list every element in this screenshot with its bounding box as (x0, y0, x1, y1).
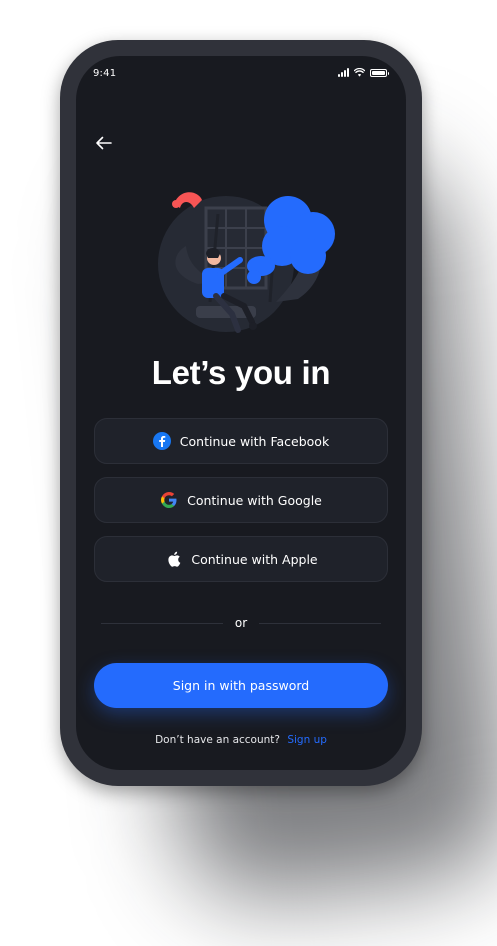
continue-with-apple-button[interactable]: Continue with Apple (94, 536, 388, 582)
back-button[interactable] (93, 132, 115, 154)
or-label: or (234, 616, 248, 630)
continue-with-apple-label: Continue with Apple (191, 551, 318, 567)
google-icon (160, 491, 178, 509)
facebook-icon (152, 432, 171, 450)
login-screen: 9:41 Let’s you in Continue with Facebook… (76, 56, 406, 770)
divider-line-right (259, 622, 381, 624)
cellular-signal-icon (338, 68, 349, 77)
signup-prompt: Don’t have an account? Sign up (76, 734, 406, 746)
status-bar: 9:41 (76, 56, 406, 92)
or-divider: or (101, 613, 381, 633)
arrow-left-icon (96, 136, 112, 150)
battery-icon (370, 68, 389, 77)
person-on-swing-illustration (158, 192, 335, 333)
continue-with-google-button[interactable]: Continue with Google (94, 477, 388, 523)
status-time: 9:41 (93, 68, 117, 79)
page-title: Let’s you in (151, 354, 331, 391)
continue-with-facebook-label: Continue with Facebook (179, 433, 330, 449)
status-icons (338, 68, 389, 77)
divider-line-left (101, 622, 223, 624)
phone-frame: 9:41 Let’s you in Continue with Facebook… (60, 40, 422, 786)
continue-with-google-label: Continue with Google (187, 492, 322, 508)
wifi-icon (354, 68, 365, 77)
apple-icon (164, 550, 182, 568)
no-account-text: Don’t have an account? (155, 734, 280, 746)
sign-in-with-password-button[interactable]: Sign in with password (94, 663, 388, 708)
continue-with-facebook-button[interactable]: Continue with Facebook (94, 418, 388, 464)
sign-up-link[interactable]: Sign up (287, 734, 327, 746)
